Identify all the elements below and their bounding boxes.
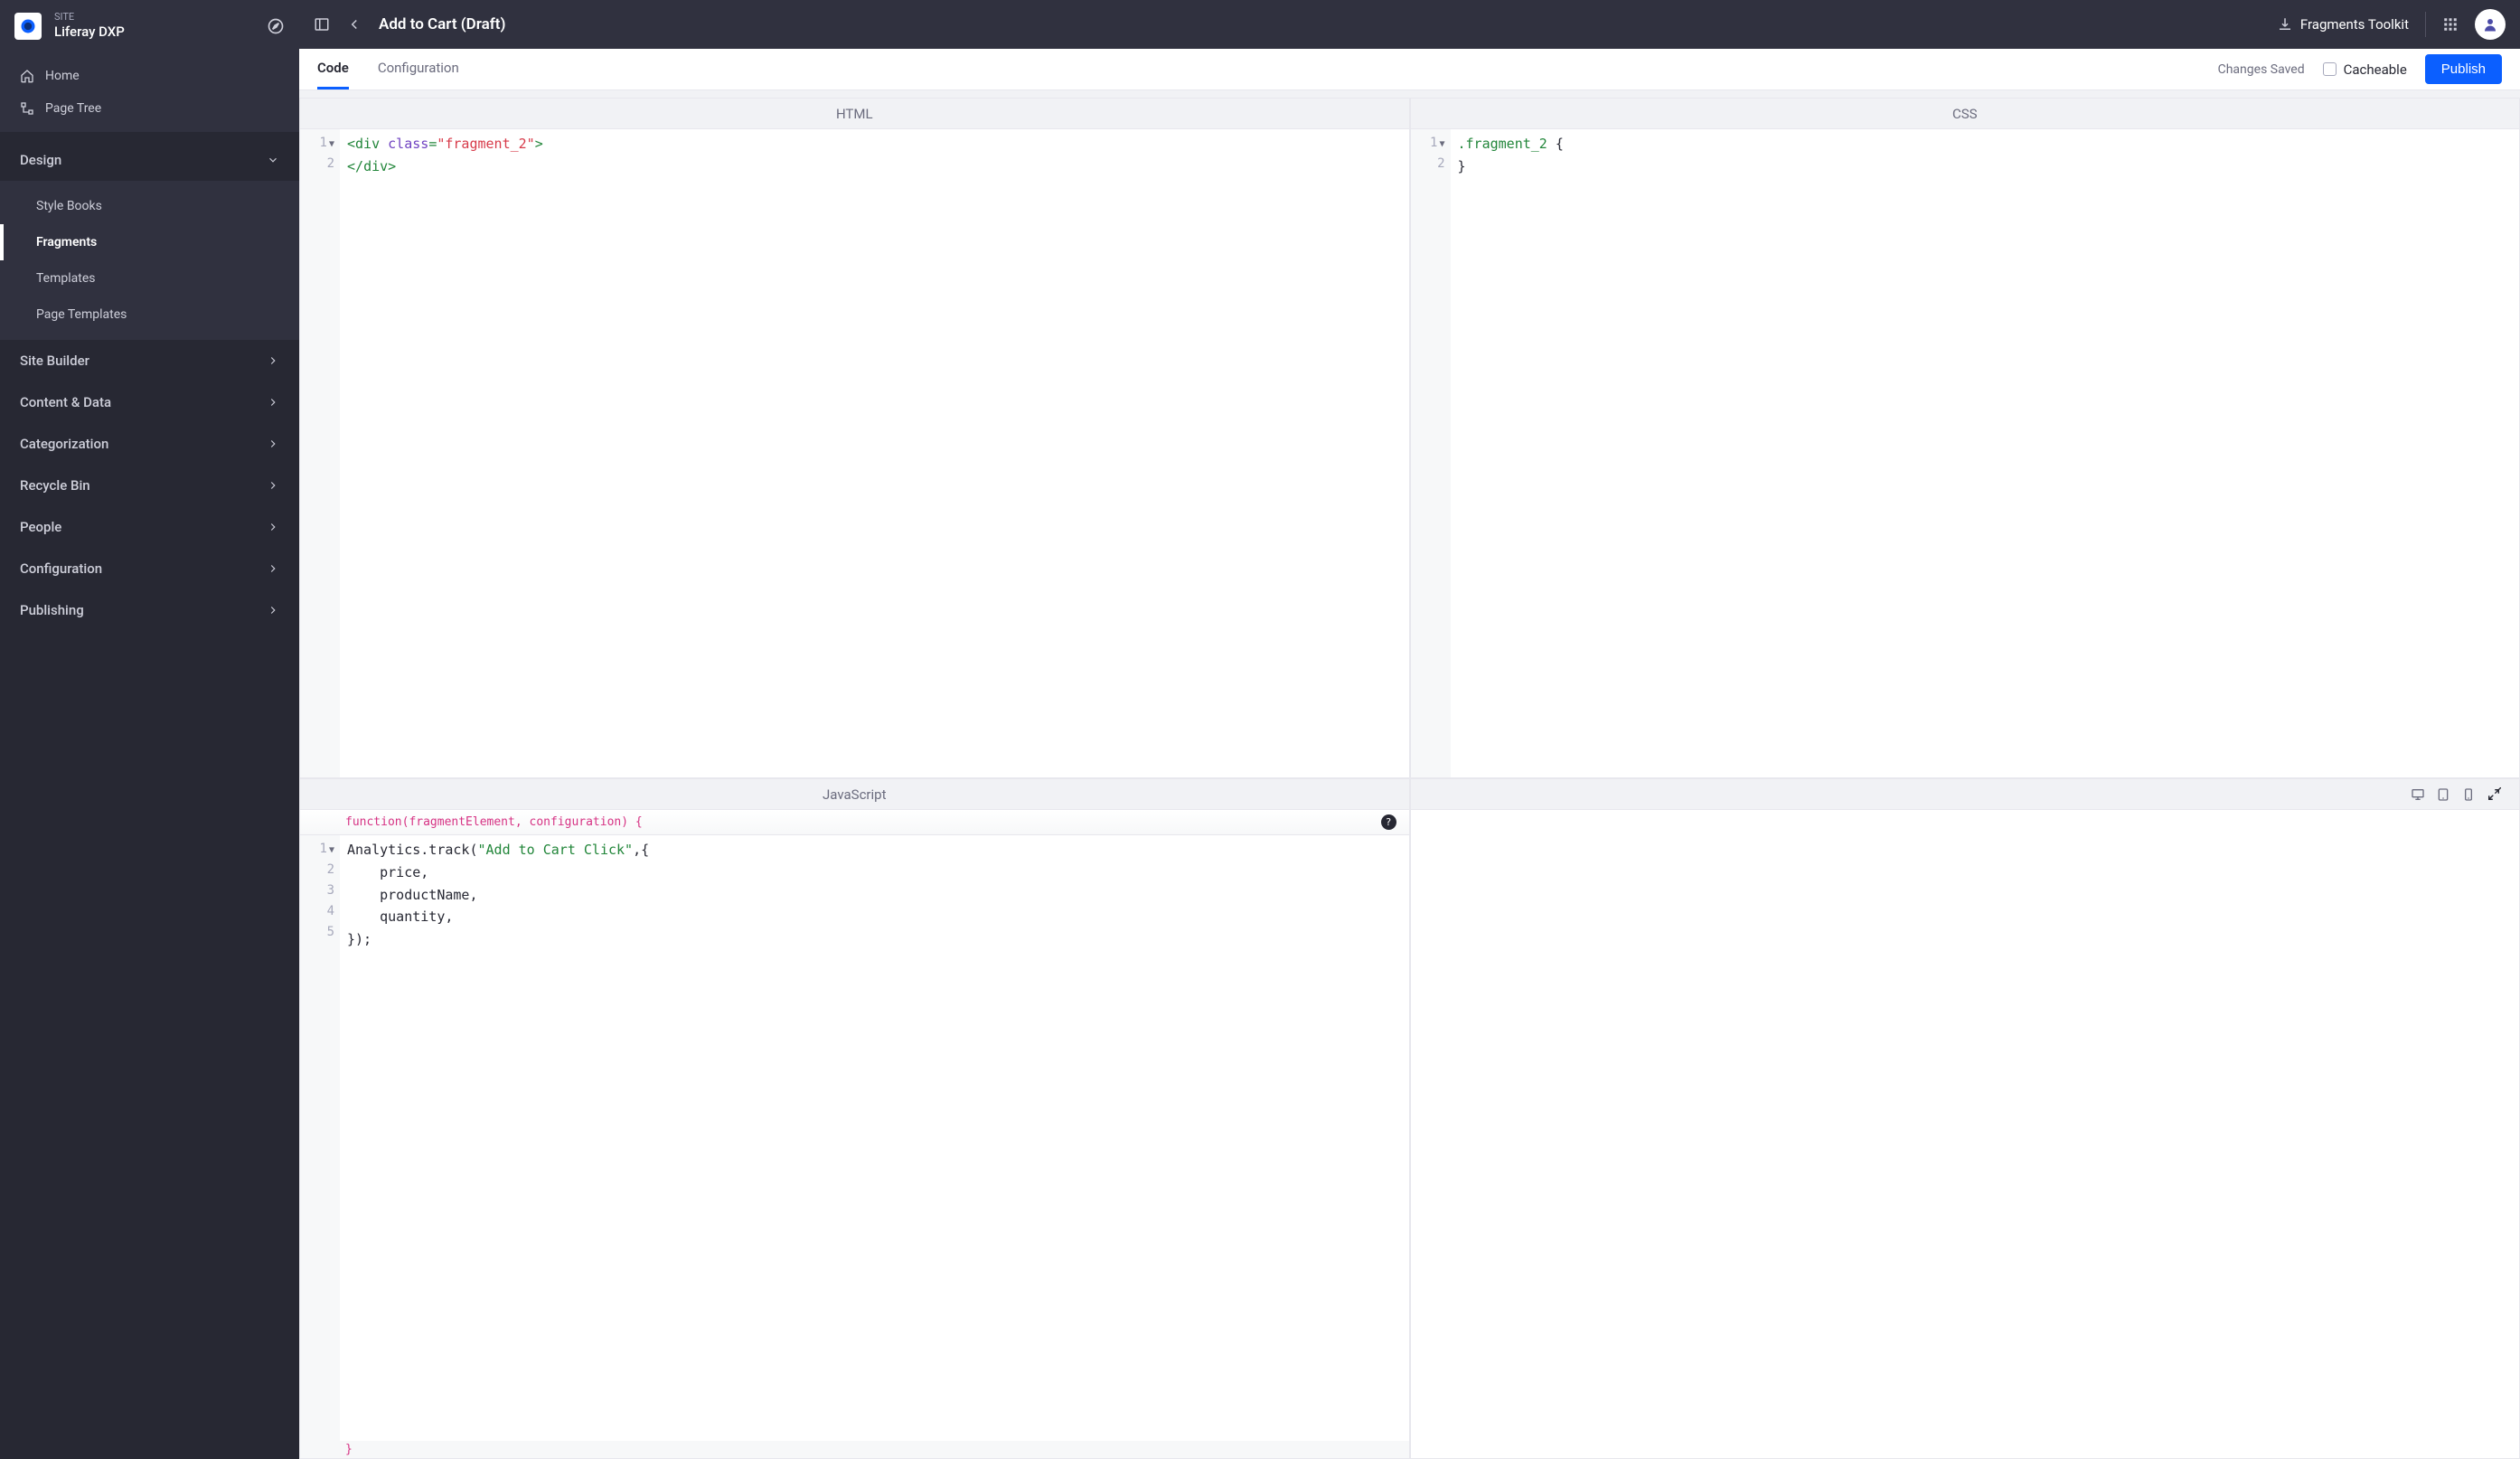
desktop-icon[interactable] [2411, 787, 2425, 802]
html-pane-header: HTML [300, 99, 1409, 129]
site-label: SITE [54, 11, 254, 24]
page-title: Add to Cart (Draft) [379, 15, 505, 33]
checkbox-box [2323, 62, 2337, 76]
nav-top: Home Page Tree [0, 52, 299, 132]
nav-section-label: Publishing [20, 602, 84, 618]
chevron-right-icon [267, 479, 279, 492]
css-pane: CSS 1▼ 2 .fragment_2 { } [1410, 98, 2520, 778]
nav-section-recycle-bin[interactable]: Recycle Bin [0, 465, 299, 506]
chevron-right-icon [267, 354, 279, 367]
nav-section-publishing[interactable]: Publishing [0, 589, 299, 631]
js-gutter: 1▼ 2 3 4 5 [300, 835, 340, 1441]
html-pane: HTML 1▼ 2 <div class="fragment_2"> </div… [299, 98, 1410, 778]
nav-page-tree[interactable]: Page Tree [0, 92, 299, 125]
preview-pane [1410, 778, 2520, 1459]
nav-section-label: People [20, 519, 61, 535]
topbar-right: Fragments Toolkit [2277, 9, 2506, 40]
editor-area: HTML 1▼ 2 <div class="fragment_2"> </div… [299, 90, 2520, 1459]
nav-section-content-data[interactable]: Content & Data [0, 381, 299, 423]
site-logo[interactable] [14, 13, 42, 40]
panel-toggle-icon[interactable] [314, 16, 330, 33]
sidebar: SITE Liferay DXP Home Page Tree Design S… [0, 0, 299, 1459]
tabs-bar: Code Configuration Changes Saved Cacheab… [299, 49, 2520, 90]
nav-section-label: Categorization [20, 436, 108, 452]
preview-body [1411, 810, 2520, 1458]
sidebar-item-page-templates[interactable]: Page Templates [0, 297, 299, 333]
toolkit-label: Fragments Toolkit [2300, 16, 2409, 33]
html-code: <div class="fragment_2"> </div> [340, 129, 550, 777]
cacheable-checkbox[interactable]: Cacheable [2323, 61, 2407, 78]
divider [2425, 12, 2426, 37]
publish-button[interactable]: Publish [2425, 54, 2502, 84]
chevron-right-icon [267, 604, 279, 617]
sidebar-item-templates[interactable]: Templates [0, 260, 299, 297]
nav-section-people[interactable]: People [0, 506, 299, 548]
js-pane: JavaScript function(fragmentElement, con… [299, 778, 1410, 1459]
nav-section-design-label: Design [20, 152, 61, 168]
css-editor[interactable]: 1▼ 2 .fragment_2 { } [1411, 129, 2520, 777]
sidebar-item-fragments[interactable]: Fragments [0, 224, 299, 260]
home-icon [20, 69, 34, 83]
chevron-right-icon [267, 396, 279, 409]
nav-page-tree-label: Page Tree [45, 101, 101, 116]
mobile-icon[interactable] [2461, 787, 2476, 802]
css-code: .fragment_2 { } [1451, 129, 1571, 777]
chevron-right-icon [267, 562, 279, 575]
back-icon[interactable] [346, 16, 362, 33]
nav-section-categorization[interactable]: Categorization [0, 423, 299, 465]
page-tree-icon [20, 101, 34, 116]
nav-section-configuration[interactable]: Configuration [0, 548, 299, 589]
tabs-right: Changes Saved Cacheable Publish [2218, 54, 2502, 84]
help-icon[interactable]: ? [1381, 814, 1396, 830]
nav-section-label: Site Builder [20, 353, 89, 369]
changes-saved-label: Changes Saved [2218, 62, 2305, 77]
user-icon [2482, 16, 2498, 33]
nav-sections: Design Style Books Fragments Templates P… [0, 132, 299, 1459]
tablet-icon[interactable] [2436, 787, 2450, 802]
download-icon [2277, 16, 2293, 33]
nav-section-design[interactable]: Design [0, 139, 299, 181]
chevron-down-icon [267, 154, 279, 166]
css-gutter: 1▼ 2 [1411, 129, 1451, 777]
sidebar-item-style-books[interactable]: Style Books [0, 188, 299, 224]
js-function-banner: function(fragmentElement, configuration)… [300, 810, 1409, 835]
nav-section-label: Recycle Bin [20, 477, 90, 494]
js-pane-header: JavaScript [300, 779, 1409, 810]
expand-icon[interactable] [2487, 787, 2501, 802]
nav-section-site-builder[interactable]: Site Builder [0, 340, 299, 381]
js-function-footer: } [300, 1441, 1409, 1458]
tab-configuration[interactable]: Configuration [378, 49, 459, 89]
html-editor[interactable]: 1▼ 2 <div class="fragment_2"> </div> [300, 129, 1409, 777]
fragments-toolkit-link[interactable]: Fragments Toolkit [2277, 16, 2409, 33]
topbar-left: Add to Cart (Draft) [314, 15, 505, 33]
nav-section-label: Content & Data [20, 394, 111, 410]
apps-grid-icon[interactable] [2442, 16, 2459, 33]
nav-sub-design: Style Books Fragments Templates Page Tem… [0, 181, 299, 340]
site-info: SITE Liferay DXP [54, 11, 254, 42]
html-gutter: 1▼ 2 [300, 129, 340, 777]
nav-home-label: Home [45, 69, 80, 83]
chevron-right-icon [267, 521, 279, 533]
nav-home[interactable]: Home [0, 60, 299, 92]
avatar[interactable] [2475, 9, 2506, 40]
nav-section-label: Configuration [20, 560, 102, 577]
chevron-right-icon [267, 438, 279, 450]
tab-code[interactable]: Code [317, 49, 349, 89]
cacheable-label: Cacheable [2344, 61, 2407, 78]
main: Add to Cart (Draft) Fragments Toolkit Co… [299, 0, 2520, 1459]
js-code: Analytics.track("Add to Cart Click",{ pr… [340, 835, 656, 1441]
topbar: Add to Cart (Draft) Fragments Toolkit [299, 0, 2520, 49]
preview-toolbar [1411, 779, 2520, 810]
compass-icon[interactable] [267, 17, 285, 35]
js-editor[interactable]: 1▼ 2 3 4 5 Analytics.track("Add to Cart … [300, 835, 1409, 1441]
site-name: Liferay DXP [54, 24, 254, 42]
css-pane-header: CSS [1411, 99, 2520, 129]
sidebar-header: SITE Liferay DXP [0, 0, 299, 52]
